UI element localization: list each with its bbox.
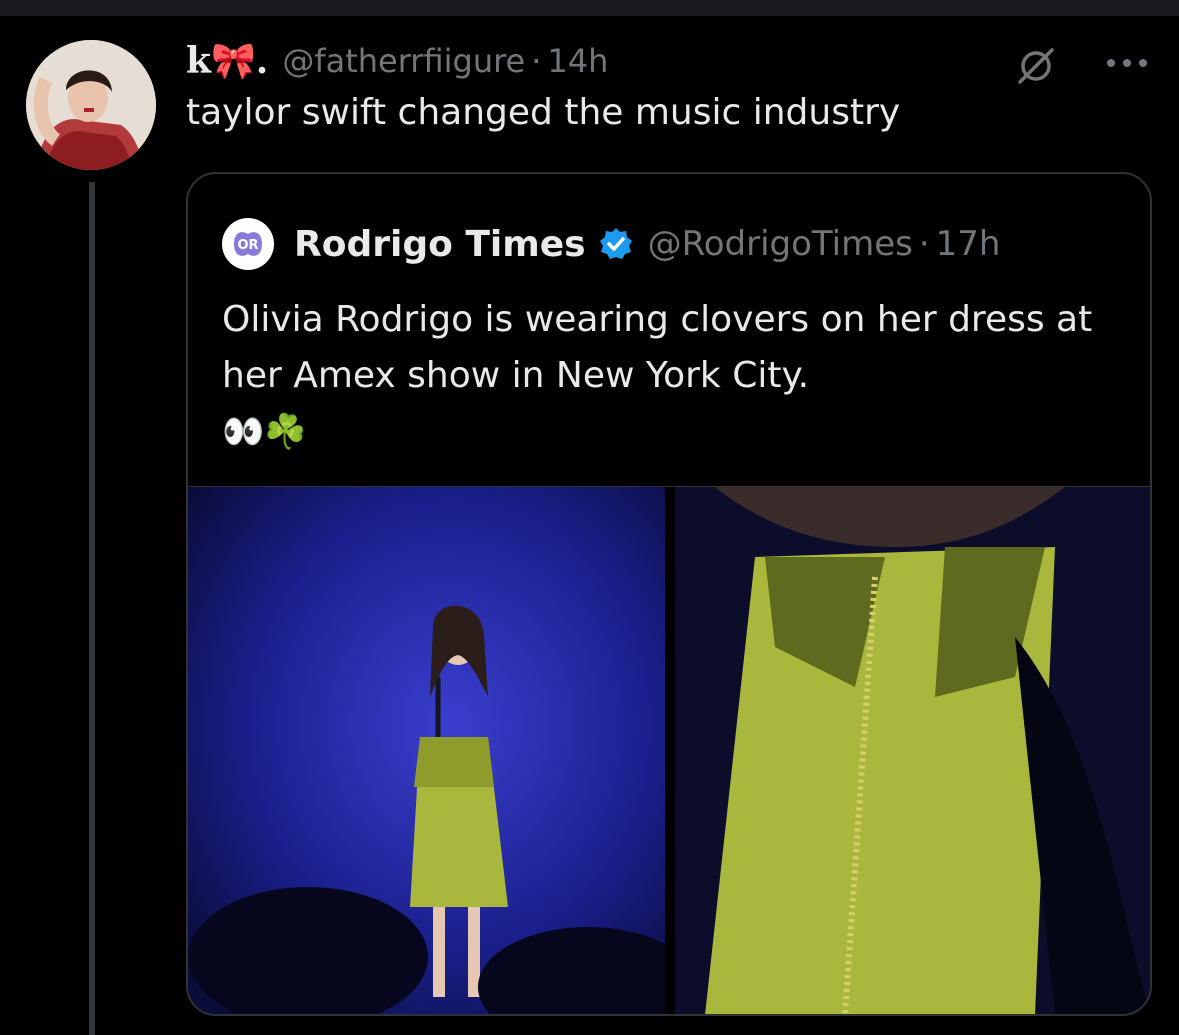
quoted-tweet-text: Olivia Rodrigo is wearing clovers on her… bbox=[222, 299, 1093, 396]
user-handle[interactable]: @fatherrfiigure bbox=[282, 42, 525, 80]
quoted-handle[interactable]: @RodrigoTimes bbox=[648, 224, 913, 264]
quoted-separator-dot: · bbox=[918, 224, 930, 264]
concert-stage-image bbox=[188, 487, 665, 1014]
thread-connector-line bbox=[89, 182, 95, 1035]
timestamp[interactable]: 14h bbox=[547, 42, 608, 80]
concert-stage-photo[interactable] bbox=[188, 487, 665, 1014]
quoted-tweet-header: OR Rodrigo Times @RodrigoTimes · 17h bbox=[222, 218, 1000, 270]
quoted-tweet-emoji: 👀☘️ bbox=[222, 412, 307, 452]
verified-badge-icon bbox=[599, 228, 632, 259]
quoted-avatar[interactable]: OR bbox=[222, 218, 274, 270]
quoted-timestamp[interactable]: 17h bbox=[936, 224, 1001, 264]
status-bar bbox=[0, 0, 1179, 16]
quoted-display-name[interactable]: Rodrigo Times bbox=[294, 224, 586, 265]
dress-closeup-photo[interactable] bbox=[675, 487, 1150, 1014]
quoted-avatar-label: OR bbox=[237, 238, 258, 253]
grok-slash-icon[interactable] bbox=[1016, 46, 1056, 86]
tweet-header: k🎀. @fatherrfiigure · 14h bbox=[186, 36, 608, 86]
dress-closeup-image bbox=[675, 487, 1150, 1014]
avatar-photo bbox=[26, 40, 156, 170]
display-name[interactable]: k🎀. bbox=[186, 40, 268, 82]
separator-dot: · bbox=[531, 42, 542, 80]
user-avatar[interactable] bbox=[26, 40, 156, 170]
more-options-icon[interactable] bbox=[1104, 56, 1150, 70]
quoted-media-grid bbox=[188, 486, 1150, 1014]
quoted-tweet-text-block: Olivia Rodrigo is wearing clovers on her… bbox=[222, 292, 1122, 460]
quoted-tweet-card[interactable]: OR Rodrigo Times @RodrigoTimes · 17h Oli… bbox=[186, 172, 1152, 1016]
rodrigo-times-logo-icon: OR bbox=[234, 232, 262, 256]
tweet-text: taylor swift changed the music industry bbox=[186, 92, 901, 133]
